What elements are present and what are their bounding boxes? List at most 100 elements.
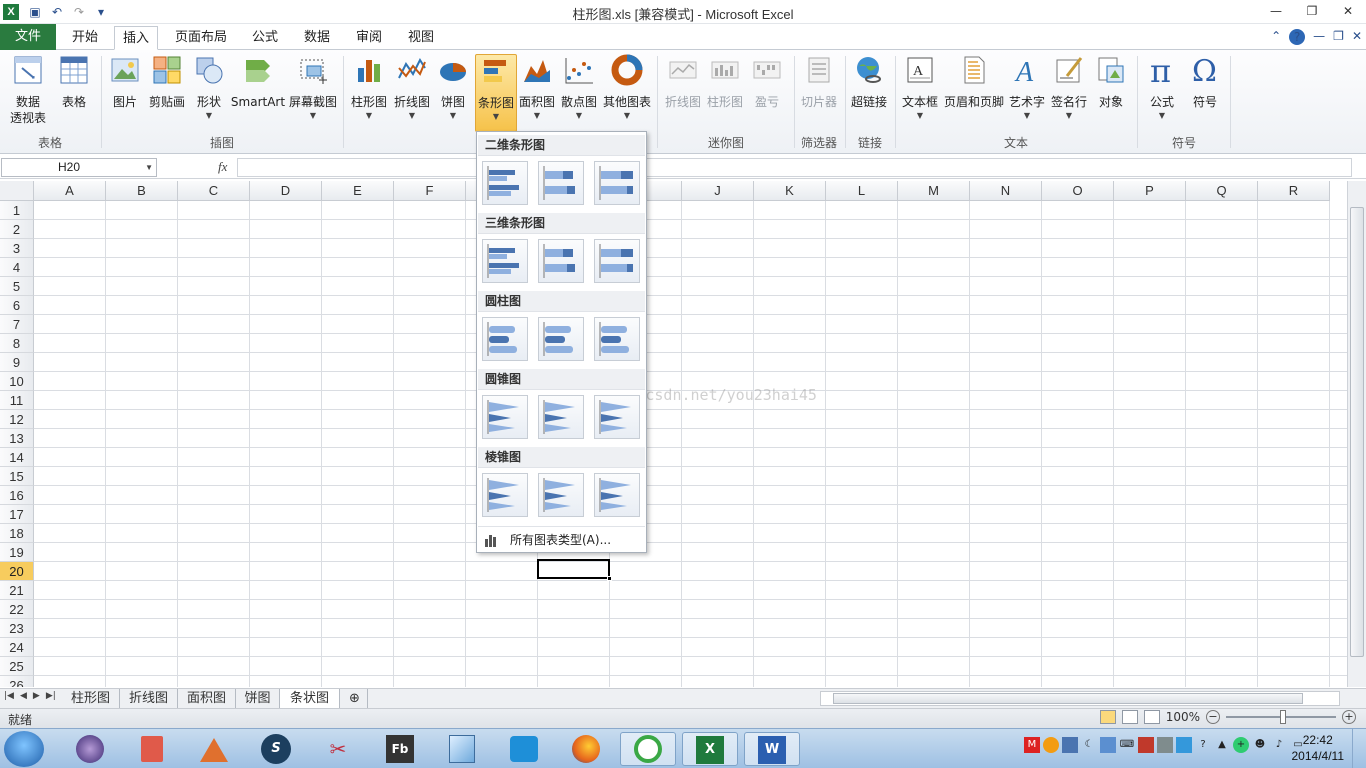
close-icon[interactable]: ✕ [1330, 0, 1366, 22]
name-box[interactable]: H20 ▼ [1, 158, 157, 177]
column-header[interactable]: J [682, 181, 754, 201]
zoom-level[interactable]: 100% [1166, 710, 1200, 724]
cylinder-clustered-option[interactable] [482, 317, 528, 361]
wordart-button[interactable]: A 艺术字 ▼ [1007, 54, 1047, 121]
textbox-button[interactable]: A 文本框 ▼ [899, 54, 941, 121]
vertical-scrollbar[interactable] [1347, 181, 1366, 687]
tab-page-layout[interactable]: 页面布局 [168, 26, 234, 50]
row-header[interactable]: 12 [0, 410, 34, 429]
cylinder-stacked-100-option[interactable] [594, 317, 640, 361]
tray-app-icon[interactable] [1062, 737, 1078, 753]
column-header[interactable]: O [1042, 181, 1114, 201]
column-header[interactable]: B [106, 181, 178, 201]
minimize-icon[interactable]: — [1258, 0, 1294, 22]
tab-review[interactable]: 审阅 [348, 26, 390, 50]
select-all-corner[interactable] [0, 181, 34, 201]
row-header[interactable]: 22 [0, 600, 34, 619]
pyramid-clustered-option[interactable] [482, 473, 528, 517]
row-header[interactable]: 14 [0, 448, 34, 467]
sheet-tab[interactable]: 面积图 [178, 689, 236, 708]
row-header[interactable]: 4 [0, 258, 34, 277]
column-header[interactable]: A [34, 181, 106, 201]
other-charts-button[interactable]: 其他图表 ▼ [601, 54, 653, 121]
tab-formulas[interactable]: 公式 [244, 26, 286, 50]
tray-help-icon[interactable]: ? [1195, 737, 1211, 753]
3d-bar-clustered-option[interactable] [482, 239, 528, 283]
row-header[interactable]: 1 [0, 201, 34, 220]
line-chart-button[interactable]: 折线图 ▼ [391, 54, 433, 121]
tab-file[interactable]: 文件 [0, 24, 56, 50]
hyperlink-button[interactable]: 超链接 [849, 54, 889, 111]
column-header[interactable]: Q [1186, 181, 1258, 201]
slicer-button[interactable]: 切片器 [798, 54, 840, 111]
zoom-slider-knob[interactable] [1280, 710, 1286, 724]
pivot-table-button[interactable]: 数据 透视表 [6, 54, 50, 127]
collapse-ribbon-icon[interactable]: ⌃ [1271, 29, 1281, 45]
column-header[interactable]: R [1258, 181, 1330, 201]
eclipse-icon[interactable] [62, 732, 118, 766]
sparkline-winloss-button[interactable]: 盈亏 [749, 54, 785, 111]
sheet-tab[interactable]: 柱形图 [62, 689, 120, 708]
row-header[interactable]: 3 [0, 239, 34, 258]
tray-moon-icon[interactable]: ☾ [1081, 737, 1097, 753]
3d-bar-stacked-100-option[interactable] [594, 239, 640, 283]
bar-chart-button[interactable]: 条形图 ▼ [475, 54, 517, 132]
column-header[interactable]: L [826, 181, 898, 201]
row-header[interactable]: 10 [0, 372, 34, 391]
vertical-scroll-thumb[interactable] [1350, 207, 1364, 657]
2d-bar-stacked-100-option[interactable] [594, 161, 640, 205]
page-layout-view-icon[interactable] [1121, 710, 1138, 724]
insert-sheet-icon[interactable]: ⊕ [342, 689, 368, 708]
page-break-view-icon[interactable] [1143, 710, 1160, 724]
row-header[interactable]: 20 [0, 562, 34, 581]
pyramid-stacked-option[interactable] [538, 473, 584, 517]
row-header[interactable]: 11 [0, 391, 34, 410]
tab-view[interactable]: 视图 [400, 26, 442, 50]
column-header[interactable]: E [322, 181, 394, 201]
row-header[interactable]: 24 [0, 638, 34, 657]
zoom-out-icon[interactable]: − [1206, 710, 1220, 724]
cone-stacked-100-option[interactable] [594, 395, 640, 439]
tray-expand-icon[interactable]: ▲ [1214, 737, 1230, 753]
row-header[interactable]: 6 [0, 296, 34, 315]
row-header[interactable]: 8 [0, 334, 34, 353]
tray-m-icon[interactable]: M [1024, 737, 1040, 753]
shapes-button[interactable]: 形状 ▼ [192, 54, 226, 121]
table-button[interactable]: 表格 [56, 54, 92, 111]
tray-people-icon[interactable]: ☻ [1252, 737, 1268, 753]
tab-home[interactable]: 开始 [62, 26, 108, 50]
fill-handle[interactable] [607, 576, 612, 581]
s-app-icon[interactable]: S [248, 732, 304, 766]
scissors-app-icon[interactable]: ✂ [310, 732, 366, 766]
header-footer-button[interactable]: 页眉和页脚 [943, 54, 1005, 111]
doc-close-icon[interactable]: ✕ [1352, 29, 1362, 45]
cylinder-stacked-option[interactable] [538, 317, 584, 361]
notes-app-icon[interactable] [124, 732, 180, 766]
row-header[interactable]: 25 [0, 657, 34, 676]
insert-function-icon[interactable]: fx [218, 159, 227, 175]
column-header[interactable]: K [754, 181, 826, 201]
tab-insert[interactable]: 插入 [114, 26, 158, 50]
tray-app3-icon[interactable] [1157, 737, 1173, 753]
next-sheet-icon[interactable]: ▶ [33, 691, 40, 701]
tray-network-icon[interactable] [1100, 737, 1116, 753]
chevron-down-icon[interactable]: ▼ [145, 159, 153, 176]
sheet-tab-active[interactable]: 条状图 [280, 689, 340, 708]
normal-view-icon[interactable] [1099, 710, 1116, 724]
screenshot-button[interactable]: 屏幕截图 ▼ [288, 54, 338, 121]
tray-keyboard-icon[interactable]: ⌨ [1119, 737, 1135, 753]
column-header[interactable]: N [970, 181, 1042, 201]
help-icon[interactable]: ? [1289, 29, 1306, 45]
worksheet-grid[interactable]: ABCDEFGHIJKLMNOPQR1234567891011121314151… [0, 181, 1347, 687]
row-header[interactable]: 23 [0, 619, 34, 638]
2d-bar-stacked-option[interactable] [538, 161, 584, 205]
tray-orange-icon[interactable] [1043, 737, 1059, 753]
cloud-app-icon[interactable] [496, 732, 552, 766]
column-header[interactable]: D [250, 181, 322, 201]
tray-plus-icon[interactable]: + [1233, 737, 1249, 753]
all-chart-types-item[interactable]: 所有图表类型(A)... [478, 526, 645, 552]
tray-app4-icon[interactable] [1176, 737, 1192, 753]
row-header[interactable]: 7 [0, 315, 34, 334]
column-header[interactable]: P [1114, 181, 1186, 201]
prev-sheet-icon[interactable]: ◀ [20, 691, 27, 701]
